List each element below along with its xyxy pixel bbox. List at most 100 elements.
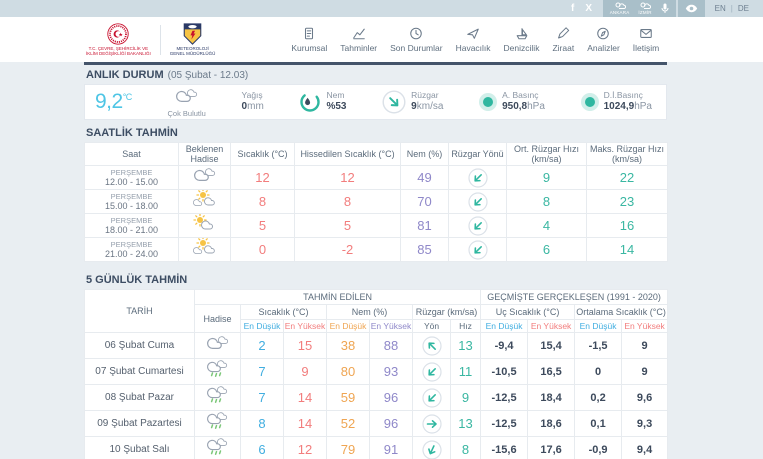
daily-hum-max: 96 — [369, 410, 413, 437]
hourly-row: PERŞEMBE 15.00 - 18.00 8 8 70 8 23 — [84, 188, 668, 214]
nav-label: Tahminler — [340, 43, 378, 53]
hourly-wind-max: 14 — [586, 237, 668, 262]
sun-cloud-icon — [178, 213, 231, 238]
daily-hum-min: 38 — [326, 332, 370, 359]
facebook-icon[interactable]: f — [565, 0, 581, 17]
daily-avg-max: 9,6 — [621, 384, 669, 411]
daily-temp-max: 9 — [283, 358, 327, 385]
humidity-gauge-icon — [299, 91, 321, 113]
hourly-temp: 5 — [230, 213, 295, 238]
current-condition: Çok Bulutlu — [168, 87, 206, 118]
rainy-icon — [194, 436, 241, 459]
hourly-section-title: SAATLİK TAHMİN — [86, 127, 178, 139]
daily-sub-temp: Sıcaklık (°C) — [240, 304, 327, 320]
nav-item-son-durumlar[interactable]: Son Durumlar — [390, 26, 443, 53]
daily-date: 06 Şubat Cuma — [84, 332, 195, 359]
nav-item-havac-l-k[interactable]: Havacılık — [456, 26, 491, 53]
daily-temp-max: 14 — [283, 410, 327, 437]
content: ANLIK DURUM (05 Şubat - 12.03) 9,2°C Çok… — [84, 62, 669, 459]
nav-item-ziraat[interactable]: Ziraat — [552, 26, 574, 53]
ministry-logo[interactable]: T.C. ÇEVRE, ŞEHİRCİLİK VE İKLİM DEĞİŞİKL… — [86, 22, 151, 57]
hourly-time-cell: PERŞEMBE 15.00 - 18.00 — [84, 189, 179, 214]
hourly-wind-max: 16 — [586, 213, 668, 238]
daily-row: 08 Şubat Pazar 7 14 59 96 9 -12,5 18,4 0,2 9,6 — [84, 384, 669, 411]
daily-wind-speed: 13 — [449, 410, 482, 437]
daily-group-historical: GEÇMİŞTE GERÇEKLEŞEN (1991 - 2020) — [480, 289, 669, 305]
hourly-temp: 0 — [230, 237, 295, 262]
hourly-wind-avg: 4 — [506, 213, 587, 238]
mgm-weather-page: f X ANKARA İZMİR EN | DE T.C. ÇEVRE, ŞEH… — [0, 0, 763, 459]
hourly-header-row: Saat Beklenen Hadise Sıcaklık (°C) Hissedil… — [84, 142, 668, 166]
hourly-col-header-6: Ort. Rüzgar Hızı (km/sa) — [506, 142, 587, 166]
nav-label: Analizler — [587, 43, 620, 53]
nav-item-i-leti-im[interactable]: İletişim — [633, 26, 659, 53]
daily-hum-max: 91 — [369, 436, 413, 459]
site-header: T.C. ÇEVRE, ŞEHİRCİLİK VE İKLİM DEĞİŞİKL… — [0, 17, 763, 62]
daily-temp-min: 8 — [240, 410, 284, 437]
eye-icon[interactable] — [685, 4, 698, 13]
daily-hum-min: 52 — [326, 410, 370, 437]
daily-hum-max: 88 — [369, 332, 413, 359]
hourly-time-cell: PERŞEMBE 12.00 - 15.00 — [84, 165, 179, 190]
cloud-icon — [172, 87, 202, 110]
hourly-time-cell: PERŞEMBE 21.00 - 24.00 — [84, 237, 179, 262]
hourly-col-header-3: Hissedilen Sıcaklık (°C) — [294, 142, 401, 166]
daily-avg-max-header: En Yüksek — [621, 319, 669, 333]
lang-de[interactable]: DE — [738, 4, 749, 13]
cloudy-icon — [178, 165, 231, 190]
hourly-wind-avg: 8 — [506, 189, 587, 214]
nav-item-denizcilik[interactable]: Denizcilik — [504, 26, 539, 53]
hourly-time-cell: PERŞEMBE 18.00 - 21.00 — [84, 213, 179, 238]
daily-avg-max: 9,3 — [621, 410, 669, 437]
daily-wind-dir-header: Yön — [412, 319, 451, 333]
hourly-wind-avg: 6 — [506, 237, 587, 262]
wind-direction-icon — [448, 189, 507, 214]
nav-label: Kurumsal — [291, 43, 328, 53]
current-temperature: 9,2°C — [95, 90, 132, 113]
daily-avg-min: 0,2 — [574, 384, 623, 411]
nav-label: Son Durumlar — [390, 43, 443, 53]
hourly-temp: 8 — [230, 189, 295, 214]
daily-col-date: TARİH — [84, 289, 195, 333]
city-widget-izmir[interactable]: İZMİR — [638, 2, 651, 15]
hourly-humidity: 81 — [400, 213, 449, 238]
daily-extreme-min: -12,5 — [480, 384, 529, 411]
hourly-col-header-2: Sıcaklık (°C) — [230, 142, 295, 166]
hourly-humidity: 70 — [400, 189, 449, 214]
daily-wind-speed: 8 — [449, 436, 482, 459]
x-icon[interactable]: X — [581, 0, 597, 17]
rainy-icon — [194, 410, 241, 437]
hourly-feels-like: -2 — [294, 237, 401, 262]
daily-temp-min: 6 — [240, 436, 284, 459]
daily-avg-min: -0,9 — [574, 436, 623, 459]
hourly-temp: 12 — [230, 165, 295, 190]
hourly-col-header-7: Maks. Rüzgar Hızı (km/sa) — [586, 142, 668, 166]
accessibility-block — [677, 0, 705, 17]
daily-row: 06 Şubat Cuma 2 15 38 88 13 -9,4 15,4 -1,5 9 — [84, 332, 669, 359]
daily-extreme-max-header: En Yüksek — [527, 319, 576, 333]
mgm-logo[interactable]: METEOROLOJİ GENEL MÜDÜRLÜĞÜ — [170, 22, 215, 57]
hourly-row: PERŞEMBE 21.00 - 24.00 0 -2 85 6 14 — [84, 236, 668, 262]
chart-icon — [352, 26, 366, 41]
daily-hum-min-header: En Düşük — [326, 319, 370, 333]
daily-extreme-max: 17,6 — [527, 436, 576, 459]
daily-avg-min: 0,1 — [574, 410, 623, 437]
daily-temp-max: 15 — [283, 332, 327, 359]
city-widget-ankara[interactable]: ANKARA — [610, 2, 630, 15]
lang-en[interactable]: EN — [715, 4, 726, 13]
nav-item-kurumsal[interactable]: Kurumsal — [291, 26, 327, 53]
microphone-icon[interactable] — [661, 3, 669, 14]
language-switcher: EN | DE — [715, 4, 749, 13]
wind-direction-icon — [412, 384, 451, 411]
daily-extreme-min-header: En Düşük — [480, 319, 529, 333]
hourly-humidity: 49 — [400, 165, 449, 190]
logos: T.C. ÇEVRE, ŞEHİRCİLİK VE İKLİM DEĞİŞİKL… — [86, 22, 215, 57]
hourly-wind-max: 23 — [586, 189, 668, 214]
wind-direction-icon — [448, 237, 507, 262]
daily-table-head: TARİH TAHMİN EDİLEN GEÇMİŞTE GERÇEKLEŞEN… — [84, 289, 669, 333]
daily-hum-min: 59 — [326, 384, 370, 411]
nav-item-tahminler[interactable]: Tahminler — [340, 26, 377, 53]
nav-item-analizler[interactable]: Analizler — [587, 26, 620, 53]
hourly-wind-max: 22 — [586, 165, 668, 190]
topbar: f X ANKARA İZMİR EN | DE — [0, 0, 763, 17]
